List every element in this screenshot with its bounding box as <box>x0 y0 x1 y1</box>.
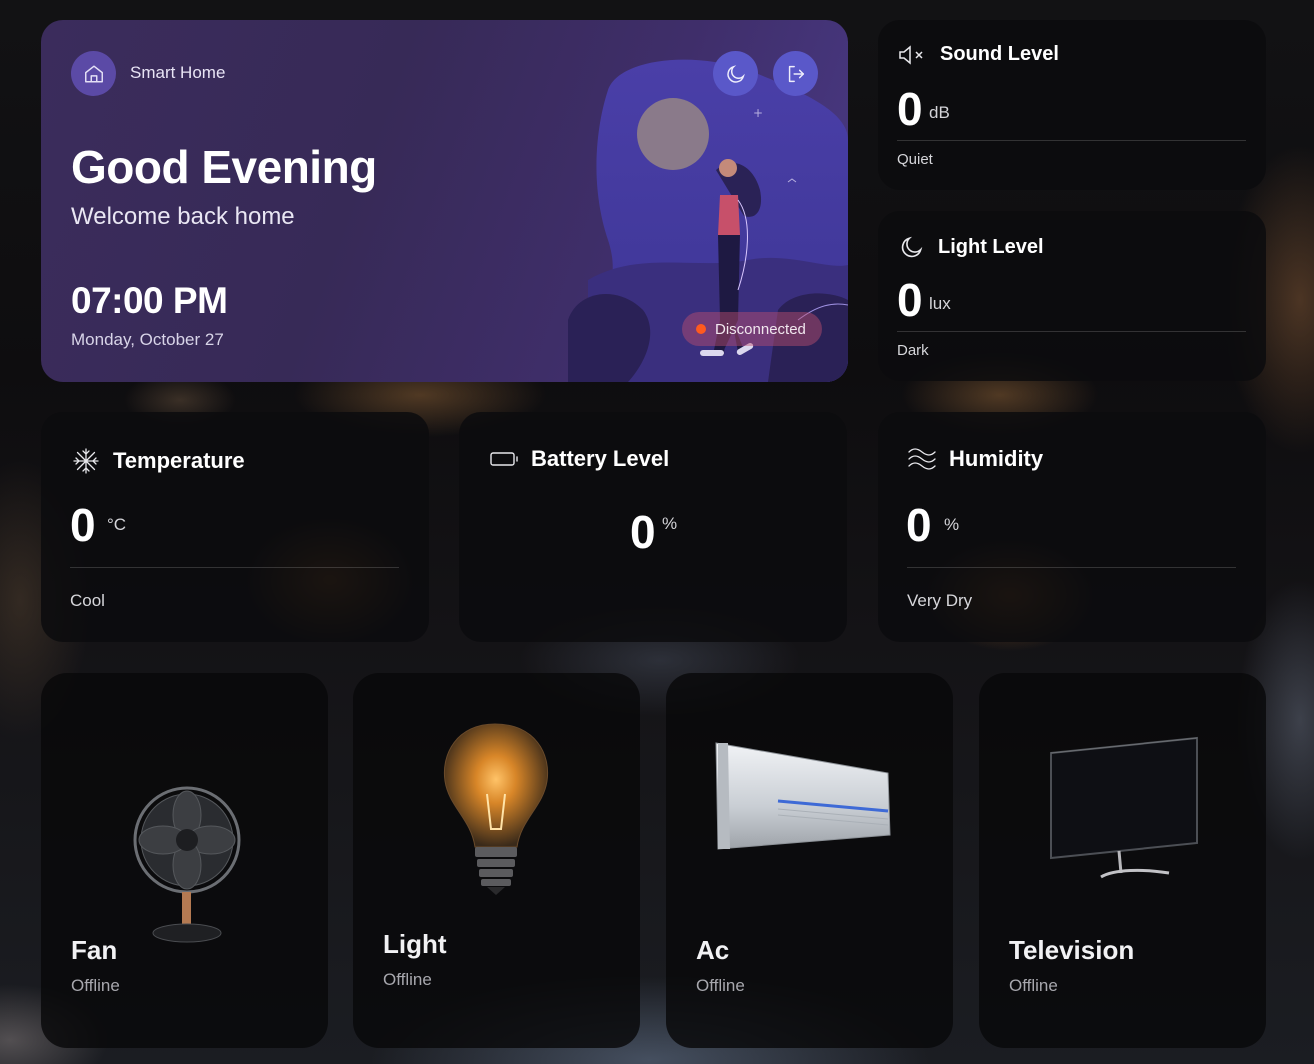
connection-status-label: Disconnected <box>715 320 806 338</box>
sound-level-header: Sound Level <box>898 43 1059 66</box>
sound-level-value: 0 <box>897 83 923 135</box>
greeting-title: Good Evening <box>71 141 377 193</box>
temperature-status: Cool <box>70 591 105 610</box>
sound-level-title: Sound Level <box>940 43 1059 65</box>
temperature-unit: °C <box>107 515 127 534</box>
battery-level-title: Battery Level <box>531 446 670 471</box>
sound-level-card: Sound Level 0 dB Quiet <box>878 20 1266 190</box>
temperature-title: Temperature <box>113 448 245 473</box>
speaker-muted-icon <box>899 44 923 65</box>
light-level-value: 0 <box>897 274 923 326</box>
device-status: Offline <box>71 976 120 995</box>
humidity-card: Humidity 0 % Very Dry <box>878 412 1266 642</box>
brand-label: Smart Home <box>130 63 226 82</box>
connection-status-badge: Disconnected <box>682 312 822 346</box>
air-conditioner-icon <box>715 742 891 850</box>
divider <box>897 140 1246 141</box>
humidity-status: Very Dry <box>907 591 973 610</box>
divider <box>897 331 1246 332</box>
current-time: 07:00 PM <box>71 280 228 321</box>
device-status: Offline <box>383 970 432 989</box>
battery-level-value: 0 <box>630 506 656 558</box>
humidity-header: Humidity <box>907 446 1043 472</box>
device-name: Light <box>383 929 447 959</box>
light-level-title: Light Level <box>938 235 1044 258</box>
home-button[interactable] <box>71 51 116 96</box>
battery-icon <box>490 452 518 466</box>
svg-text:+: + <box>753 106 763 120</box>
battery-level-header: Battery Level <box>489 446 669 472</box>
current-date: Monday, October 27 <box>71 330 224 349</box>
battery-level-unit: % <box>662 514 678 533</box>
humidity-value: 0 <box>906 499 932 551</box>
welcome-subtitle: Welcome back home <box>71 203 295 230</box>
welcome-card: + Smart Home Good Evening Welcome back h… <box>41 20 848 382</box>
device-card-light[interactable]: Light Offline <box>353 673 640 1048</box>
light-level-header: Light Level <box>898 234 1044 260</box>
light-level-card: Light Level 0 lux Dark <box>878 211 1266 381</box>
battery-level-card: Battery Level 0 % <box>459 412 847 642</box>
light-image <box>353 719 640 949</box>
fan-image <box>41 723 328 953</box>
device-name: Television <box>1009 935 1135 965</box>
temperature-card: Temperature 0 °C Cool <box>41 412 429 642</box>
device-name: Fan <box>71 935 118 965</box>
device-card-ac[interactable]: Ac Offline <box>666 673 953 1048</box>
device-card-fan[interactable]: Fan Offline <box>41 673 328 1048</box>
status-dot <box>696 324 706 334</box>
humidity-unit: % <box>944 515 960 534</box>
temperature-header: Temperature <box>71 446 245 476</box>
sound-level-status: Quiet <box>897 151 933 168</box>
light-level-status: Dark <box>897 342 929 359</box>
moon-icon <box>726 64 745 83</box>
ac-image <box>666 723 953 953</box>
logout-button[interactable] <box>773 51 818 96</box>
moon-icon <box>901 236 923 258</box>
device-name: Ac <box>696 935 730 965</box>
home-icon <box>84 64 103 83</box>
sound-level-unit: dB <box>929 103 950 122</box>
logout-icon <box>788 65 804 82</box>
light-level-unit: lux <box>929 294 951 313</box>
television-icon <box>1050 736 1198 879</box>
divider <box>70 567 399 568</box>
night-mode-button[interactable] <box>713 51 758 96</box>
device-status: Offline <box>1009 976 1058 995</box>
divider <box>907 567 1236 568</box>
snowflake-icon <box>73 448 99 474</box>
waves-icon <box>908 448 936 470</box>
humidity-title: Humidity <box>949 446 1044 471</box>
device-status: Offline <box>696 976 745 995</box>
temperature-value: 0 <box>70 499 96 551</box>
light-bulb-icon <box>443 723 548 895</box>
television-image <box>979 723 1266 953</box>
device-card-television[interactable]: Television Offline <box>979 673 1266 1048</box>
fan-icon <box>133 786 240 943</box>
